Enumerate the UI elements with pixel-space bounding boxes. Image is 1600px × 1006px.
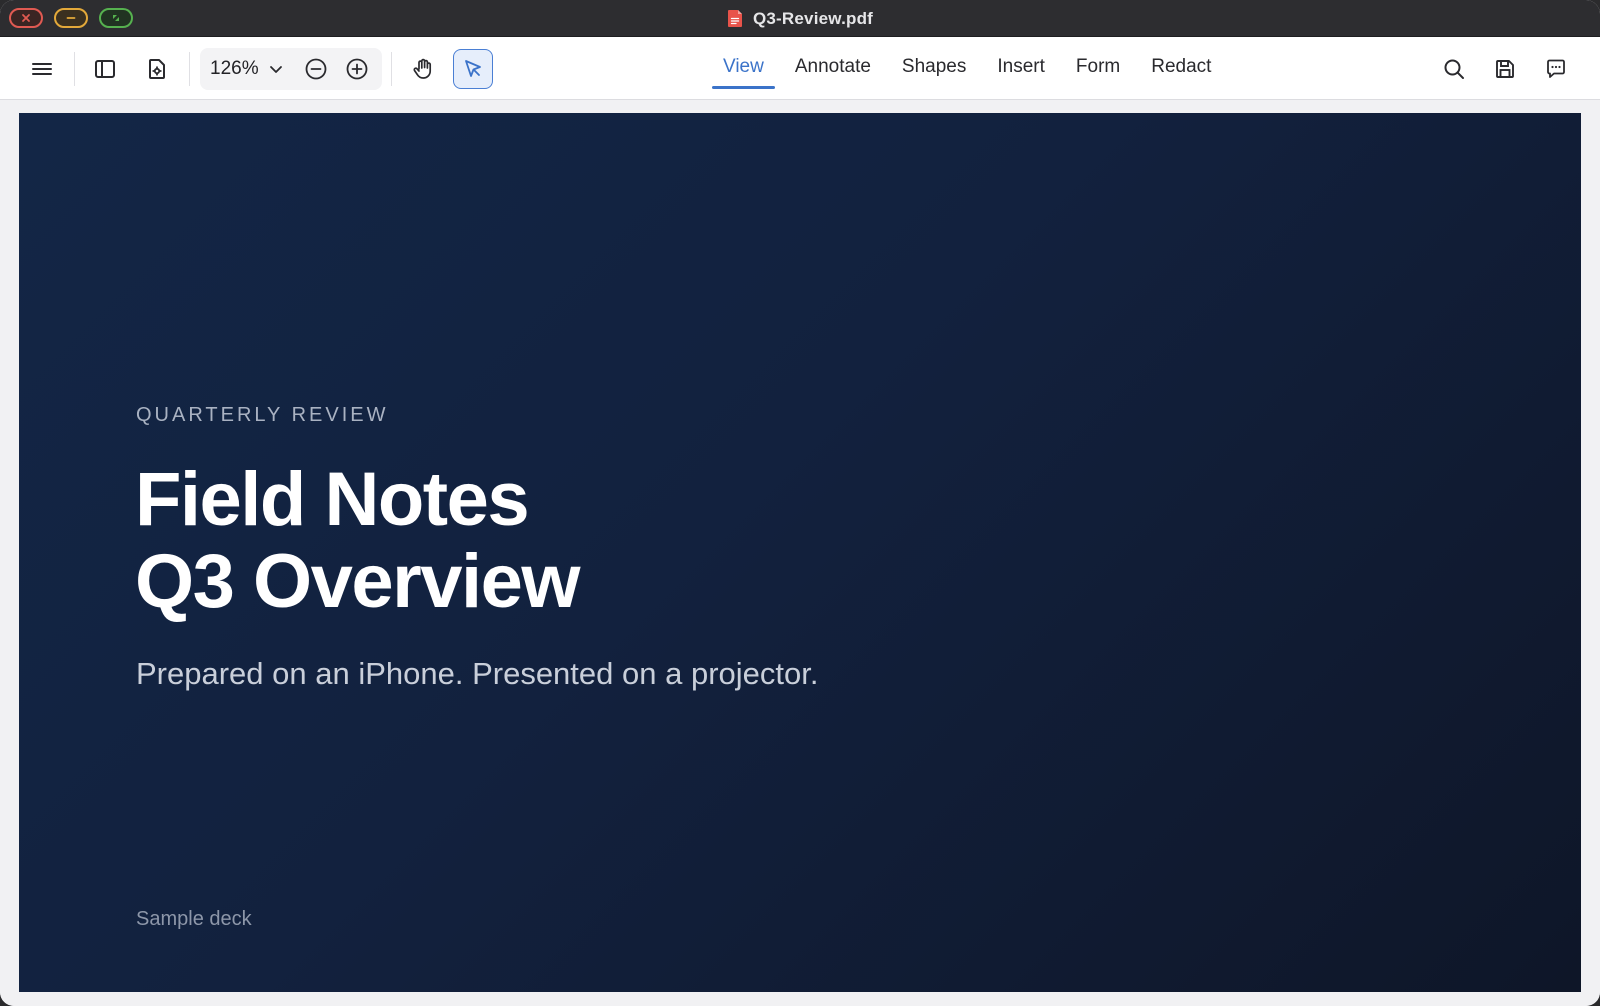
slide-eyebrow: QUARTERLY REVIEW <box>136 404 389 426</box>
document-viewport[interactable]: QUARTERLY REVIEW Field Notes Q3 Overview… <box>0 100 1600 1006</box>
pdf-page[interactable]: QUARTERLY REVIEW Field Notes Q3 Overview… <box>19 113 1581 992</box>
toolbar-separator <box>74 52 75 86</box>
toolbar: 126% View Annotate Shapes Insert Form Re… <box>0 37 1600 100</box>
search-button[interactable] <box>1434 49 1474 89</box>
sidebar-panel-icon <box>95 60 115 78</box>
comments-button[interactable] <box>1536 49 1576 89</box>
mode-tabs: View Annotate Shapes Insert Form Redact <box>712 37 1231 100</box>
toolbar-separator <box>391 52 392 86</box>
pdf-file-icon <box>727 10 742 27</box>
slide-subtitle: Prepared on an iPhone. Presented on a pr… <box>136 656 819 691</box>
chevron-down-icon[interactable] <box>266 59 286 79</box>
tab-view[interactable]: View <box>712 37 775 100</box>
slide-headline-line-1: Field Notes <box>135 457 530 542</box>
window-title: Q3-Review.pdf <box>0 0 1600 37</box>
slide-footer-note: Sample deck <box>136 908 252 930</box>
app-window: Q3-Review.pdf 126% View Annotate Shapes … <box>0 0 1600 1006</box>
arrow-select-icon <box>465 60 481 77</box>
title-bar: Q3-Review.pdf <box>0 0 1600 37</box>
hand-tool-icon <box>413 58 432 79</box>
hand-tool-button[interactable] <box>403 49 443 89</box>
save-button[interactable] <box>1485 49 1525 89</box>
tab-form[interactable]: Form <box>1065 37 1131 100</box>
zoom-in-icon[interactable] <box>345 57 369 81</box>
window-title-text: Q3-Review.pdf <box>752 8 874 28</box>
tab-annotate[interactable]: Annotate <box>784 37 882 100</box>
toggle-sidebar-button[interactable] <box>85 49 125 89</box>
tab-insert[interactable]: Insert <box>986 37 1056 100</box>
hamburger-menu-icon <box>32 63 52 75</box>
search-icon <box>1444 59 1464 79</box>
document-settings-button[interactable] <box>137 49 177 89</box>
zoom-out-icon[interactable] <box>304 57 328 81</box>
document-settings-icon <box>149 59 165 79</box>
toolbar-separator <box>189 52 190 86</box>
comment-icon <box>1547 59 1565 78</box>
select-tool-button[interactable] <box>453 49 493 89</box>
tab-shapes[interactable]: Shapes <box>891 37 977 100</box>
zoom-control: 126% <box>200 48 382 90</box>
slide-headline: Field Notes Q3 Overview <box>135 457 581 624</box>
save-icon <box>1496 60 1514 78</box>
tab-redact[interactable]: Redact <box>1140 37 1222 100</box>
slide-headline-line-2: Q3 Overview <box>135 539 581 624</box>
zoom-level-select[interactable]: 126% <box>210 48 259 90</box>
menu-button[interactable] <box>22 49 62 89</box>
